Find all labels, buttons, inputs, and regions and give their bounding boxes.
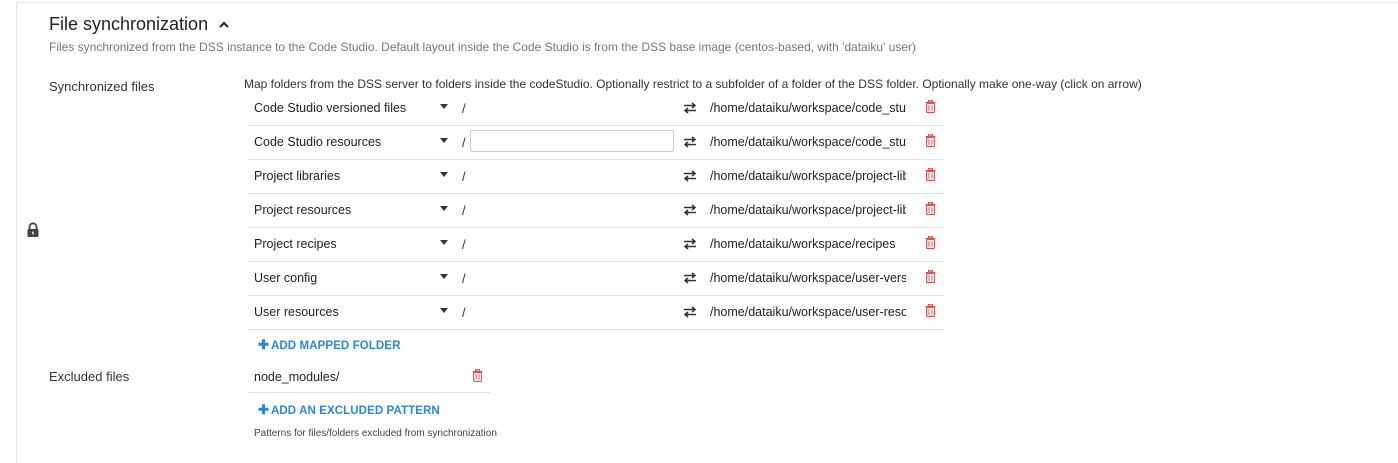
bidirectional-arrows-icon[interactable] — [683, 204, 697, 216]
plus-icon: ✚ — [258, 402, 269, 417]
bidirectional-arrows-icon[interactable] — [683, 170, 697, 182]
trash-icon[interactable] — [925, 236, 936, 249]
bidirectional-arrows-icon[interactable] — [683, 272, 697, 284]
destination-path[interactable]: /home/dataiku/workspace/project-lib-reso… — [710, 203, 906, 217]
section-title: File synchronization — [49, 14, 209, 34]
bidirectional-arrows-icon[interactable] — [683, 102, 697, 114]
mapped-folder-row: Project recipes / /home/dataiku/workspac… — [248, 228, 944, 262]
mapped-folder-row: User resources / /home/dataiku/workspace… — [248, 296, 944, 330]
caret-down-icon[interactable] — [440, 240, 448, 245]
trash-icon[interactable] — [925, 100, 936, 113]
bidirectional-arrows-icon[interactable] — [683, 238, 697, 250]
source-folder-select[interactable]: User resources — [254, 305, 339, 319]
plus-icon: ✚ — [258, 337, 269, 352]
source-folder-select[interactable]: Project resources — [254, 203, 351, 217]
add-excluded-pattern-label: ADD AN EXCLUDED PATTERN — [271, 405, 440, 417]
caret-down-icon[interactable] — [440, 308, 448, 313]
mapped-folder-row: User config / /home/dataiku/workspace/us… — [248, 262, 944, 296]
destination-path[interactable]: /home/dataiku/workspace/project-lib-vers… — [710, 169, 906, 183]
chevron-up-icon[interactable] — [218, 19, 230, 31]
destination-path[interactable]: /home/dataiku/workspace/code_studio-vers… — [710, 101, 906, 115]
destination-path[interactable]: /home/dataiku/workspace/recipes — [710, 237, 906, 251]
caret-down-icon[interactable] — [440, 138, 448, 143]
bidirectional-arrows-icon[interactable] — [683, 136, 697, 148]
synchronized-files-description: Map folders from the DSS server to folde… — [244, 77, 1142, 91]
add-excluded-pattern-button[interactable]: ✚ ADD AN EXCLUDED PATTERN — [258, 402, 440, 418]
caret-down-icon[interactable] — [440, 274, 448, 279]
destination-path[interactable]: /home/dataiku/workspace/user-resources — [710, 305, 906, 319]
subfolder-text[interactable]: / — [462, 169, 466, 184]
subfolder-text[interactable]: / — [462, 203, 466, 218]
source-folder-select[interactable]: Code Studio versioned files — [254, 101, 406, 115]
trash-icon[interactable] — [472, 369, 483, 382]
mapped-folder-row: Code Studio resources / /home/dataiku/wo… — [248, 126, 944, 160]
add-mapped-folder-button[interactable]: ✚ ADD MAPPED FOLDER — [258, 337, 400, 353]
bidirectional-arrows-icon[interactable] — [683, 306, 697, 318]
source-folder-select[interactable]: Code Studio resources — [254, 135, 381, 149]
subfolder-text[interactable]: / — [462, 271, 466, 286]
destination-path[interactable]: /home/dataiku/workspace/code_studio-reso… — [710, 135, 906, 149]
excluded-pattern-input[interactable]: node_modules/ — [254, 370, 339, 384]
subfolder-input[interactable] — [470, 130, 674, 152]
synchronized-files-label: Synchronized files — [49, 79, 155, 94]
caret-down-icon[interactable] — [440, 104, 448, 109]
lock-icon — [27, 222, 39, 237]
section-subtitle: Files synchronized from the DSS instance… — [49, 40, 917, 54]
mapped-folders-table: Code Studio versioned files / /home/data… — [248, 92, 944, 330]
excluded-pattern-row: node_modules/ — [248, 361, 490, 393]
destination-path[interactable]: /home/dataiku/workspace/user-versioned — [710, 271, 906, 285]
mapped-folder-row: Project resources / /home/dataiku/worksp… — [248, 194, 944, 228]
trash-icon[interactable] — [925, 134, 936, 147]
subfolder-text[interactable]: / — [462, 101, 466, 116]
source-folder-select[interactable]: Project libraries — [254, 169, 340, 183]
trash-icon[interactable] — [925, 202, 936, 215]
caret-down-icon[interactable] — [440, 172, 448, 177]
add-mapped-folder-label: ADD MAPPED FOLDER — [271, 340, 401, 352]
subfolder-text[interactable]: / — [462, 305, 466, 320]
trash-icon[interactable] — [925, 304, 936, 317]
trash-icon[interactable] — [925, 168, 936, 181]
excluded-help-text: Patterns for files/folders excluded from… — [254, 428, 497, 439]
source-folder-select[interactable]: Project recipes — [254, 237, 337, 251]
subfolder-text: / — [462, 135, 466, 150]
trash-icon[interactable] — [925, 270, 936, 283]
mapped-folder-row: Project libraries / /home/dataiku/worksp… — [248, 160, 944, 194]
mapped-folder-row: Code Studio versioned files / /home/data… — [248, 92, 944, 126]
section-header[interactable]: File synchronization — [49, 14, 230, 35]
caret-down-icon[interactable] — [440, 206, 448, 211]
subfolder-text[interactable]: / — [462, 237, 466, 252]
source-folder-select[interactable]: User config — [254, 271, 317, 285]
excluded-files-label: Excluded files — [49, 369, 130, 384]
